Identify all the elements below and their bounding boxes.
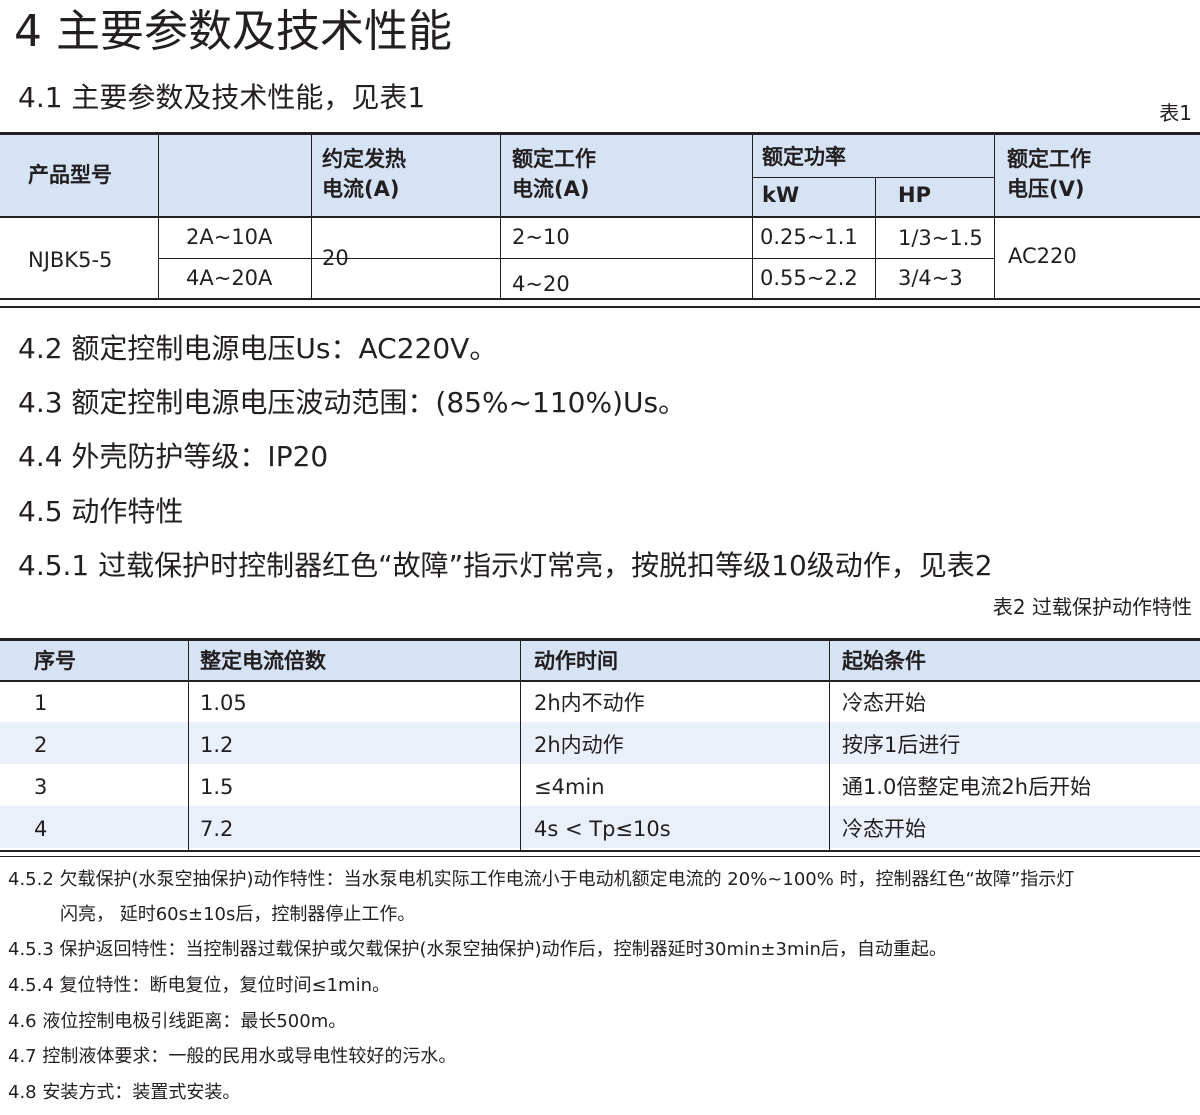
multiple-cell: 1.05 [200,691,247,715]
table-rule [158,132,159,300]
header-power-hp: HP [898,183,931,207]
table-rule [500,132,501,300]
section-4-4: 4.4 外壳防护等级：IP20 [18,440,329,473]
range-cell: 2A~10A [186,225,273,249]
condition-cell: 冷态开始 [842,691,926,715]
table-rule [752,132,753,300]
divider [0,856,1200,857]
note-4-7: 4.7 控制液体要求：一般的民用水或导电性较好的污水。 [8,1046,457,1067]
header-model: 产品型号 [28,163,112,187]
seq-cell: 3 [34,775,48,799]
table-rule [311,132,312,300]
table-rule [0,216,1200,218]
condition-cell: 按序1后进行 [842,733,961,757]
note-4-5-3: 4.5.3 保护返回特性：当控制器过载保护或欠载保护(水泵空抽保护)动作后，控制… [8,939,947,960]
note-4-8: 4.8 安装方式：装置式安装。 [8,1082,241,1103]
multiple-cell: 1.2 [200,733,234,757]
condition-cell: 冷态开始 [842,817,926,841]
seq-cell: 2 [34,733,48,757]
section-4-5: 4.5 动作特性 [18,495,184,528]
work-current-cell: 4~20 [512,272,570,296]
table-top-rule [0,132,1200,135]
hp-cell: 1/3~1.5 [898,226,983,250]
header-action-time: 动作时间 [534,649,618,673]
header-power-kw: kW [762,183,800,207]
table-rule [520,638,521,852]
table2-caption: 表2 过载保护动作特性 [992,595,1192,619]
note-4-6: 4.6 液位控制电极引线距离：最长500m。 [8,1011,347,1032]
header-thermal-current: 约定发热 电流(A) [322,147,406,201]
multiple-cell: 7.2 [200,817,234,841]
section-4-3: 4.3 额定控制电源电压波动范围：(85%~110%)Us。 [18,386,687,419]
seq-cell: 1 [34,691,48,715]
overload-characteristics-table: 序号 整定电流倍数 动作时间 起始条件 1 1.05 2h内不动作 冷态开始 2… [0,638,1200,852]
condition-cell: 通1.0倍整定电流2h后开始 [842,775,1092,799]
note-4-5-4: 4.5.4 复位特性：断电复位，复位时间≤1min。 [8,975,390,996]
work-current-cell: 2~10 [512,225,570,249]
note-4-5-2: 4.5.2 欠载保护(水泵空抽保护)动作特性：当水泵电机实际工作电流小于电动机额… [8,869,1075,890]
divider [0,306,1200,308]
header-rated-voltage: 额定工作 电压(V) [1007,147,1091,201]
table-rule [875,178,876,300]
section-4-1-heading: 4.1 主要参数及技术性能，见表1 [18,81,426,114]
parameters-table: 产品型号 约定发热 电流(A) 额定工作 电流(A) 额定功率 kW HP 额定… [0,132,1200,300]
table-rule [994,132,995,300]
table-bottom-rule [0,850,1200,852]
range-cell: 4A~20A [186,266,273,290]
note-4-5-2-cont: 闪亮， 延时60s±10s后，控制器停止工作。 [60,904,416,925]
table-rule [829,638,830,852]
page-title: 4 主要参数及技术性能 [14,6,452,57]
header-seq: 序号 [34,649,76,673]
model-value: NJBK5-5 [28,248,113,272]
table-rule [752,177,994,178]
kw-cell: 0.25~1.1 [760,225,858,249]
header-start-condition: 起始条件 [842,649,926,673]
time-cell: ≤4min [534,775,605,799]
seq-cell: 4 [34,817,48,841]
time-cell: 2h内不动作 [534,691,645,715]
hp-cell: 3/4~3 [898,266,963,290]
table-bottom-rule [0,298,1200,300]
table-rule [158,258,994,259]
header-rated-power: 额定功率 [762,145,846,169]
time-cell: 4s < Tp≤10s [534,817,671,841]
header-work-current: 额定工作 电流(A) [512,147,596,201]
table-rule [188,638,189,852]
multiple-cell: 1.5 [200,775,234,799]
table1-caption: 表1 [1159,101,1192,125]
section-4-5-1: 4.5.1 过载保护时控制器红色“故障”指示灯常亮，按脱扣等级10级动作，见表2 [18,549,993,582]
kw-cell: 0.55~2.2 [760,266,858,290]
thermal-current-value: 20 [322,246,349,270]
section-4-2: 4.2 额定控制电源电压Us：AC220V。 [18,332,498,365]
header-multiple: 整定电流倍数 [200,649,326,673]
voltage-value: AC220 [1008,244,1077,268]
time-cell: 2h内动作 [534,733,624,757]
